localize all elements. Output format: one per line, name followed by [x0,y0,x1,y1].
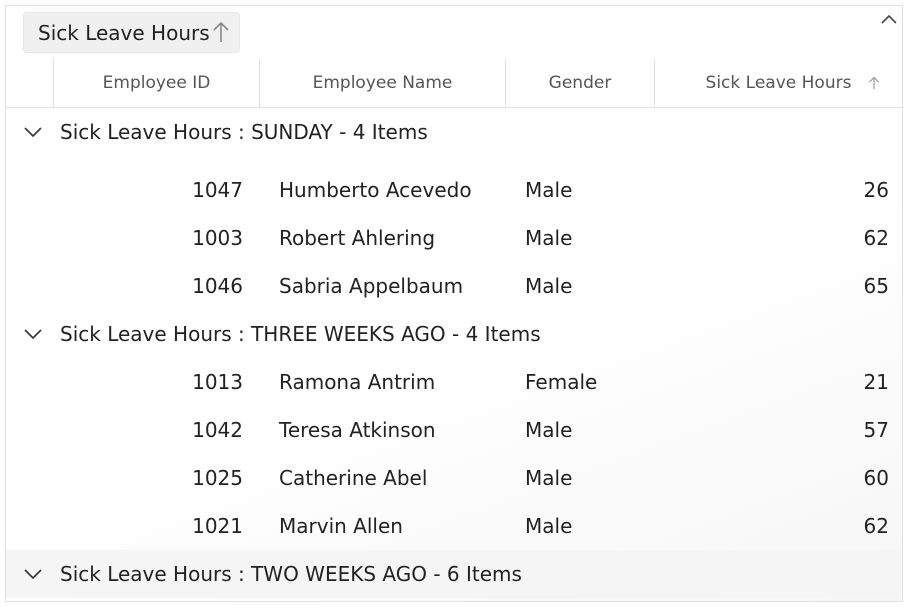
table-row[interactable]: 1042 Teresa Atkinson Male 57 [6,406,902,454]
chevron-up-icon[interactable] [880,12,898,26]
group-caption-row[interactable]: Sick Leave Hours : TWO WEEKS AGO - 6 Ite… [6,550,902,598]
column-header-label: Employee ID [102,73,211,93]
column-header-employee-id[interactable]: Employee ID [54,59,260,107]
group-drop-area: Sick Leave Hours [6,6,902,60]
chevron-down-icon[interactable] [23,568,43,580]
column-header-employee-name[interactable]: Employee Name [260,59,506,107]
group-caption-row[interactable]: Sick Leave Hours : THREE WEEKS AGO - 4 I… [6,310,902,358]
cell-gender: Male [525,466,573,490]
cell-sick-leave-hours: 26 [863,178,889,202]
cell-sick-leave-hours: 21 [863,370,889,394]
cell-sick-leave-hours: 62 [863,226,889,250]
column-header-row: Employee ID Employee Name Gender Sick Le… [6,59,902,108]
cell-employee-id: 1021 [192,514,243,538]
cell-employee-id: 1046 [192,274,243,298]
group-caption-text: Sick Leave Hours : TWO WEEKS AGO - 6 Ite… [60,562,522,586]
cell-employee-name: Sabria Appelbaum [279,274,464,298]
data-grid: Sick Leave Hours Employee ID Employee Na… [5,5,903,602]
column-header-label: Gender [548,73,612,93]
group-caption-row[interactable]: Sick Leave Hours : SUNDAY - 4 Items [6,108,902,156]
cell-employee-id: 1025 [192,466,243,490]
cell-gender: Male [525,178,573,202]
column-header-gender[interactable]: Gender [506,59,655,107]
chevron-down-icon[interactable] [23,126,43,138]
table-row[interactable]: 1003 Robert Ahlering Male 62 [6,214,902,262]
table-row[interactable]: 1047 Humberto Acevedo Male 26 [6,166,902,214]
column-header-sick-leave-hours[interactable]: Sick Leave Hours [655,59,902,107]
cell-employee-name: Ramona Antrim [279,370,436,394]
chevron-down-icon[interactable] [23,328,43,340]
cell-employee-id: 1013 [192,370,243,394]
cell-employee-name: Robert Ahlering [279,226,436,250]
cell-employee-name: Humberto Acevedo [279,178,472,202]
cell-sick-leave-hours: 57 [863,418,889,442]
cell-employee-id: 1047 [192,178,243,202]
cell-gender: Male [525,418,573,442]
cell-sick-leave-hours: 60 [863,466,889,490]
cell-sick-leave-hours: 65 [863,274,889,298]
table-row[interactable]: 1025 Catherine Abel Male 60 [6,454,902,502]
cell-gender: Male [525,514,573,538]
table-row[interactable]: 1013 Ramona Antrim Female 21 [6,358,902,406]
cell-employee-id: 1003 [192,226,243,250]
sort-ascending-icon[interactable] [212,21,230,43]
header-indent-cell [6,59,54,107]
cell-gender: Male [525,274,573,298]
group-caption-text: Sick Leave Hours : SUNDAY - 4 Items [60,120,428,144]
cell-sick-leave-hours: 62 [863,514,889,538]
column-header-label: Employee Name [312,73,453,93]
cell-employee-name: Catherine Abel [279,466,428,490]
group-chip-label: Sick Leave Hours [38,20,210,45]
table-row[interactable]: 1046 Sabria Appelbaum Male 65 [6,262,902,310]
cell-employee-name: Teresa Atkinson [279,418,436,442]
sort-ascending-icon [869,76,879,89]
column-header-label: Sick Leave Hours [705,73,852,93]
cell-employee-name: Marvin Allen [279,514,403,538]
group-chip-sick-leave-hours[interactable]: Sick Leave Hours [23,12,240,53]
cell-employee-id: 1042 [192,418,243,442]
table-row[interactable]: 1021 Marvin Allen Male 62 [6,502,902,550]
cell-gender: Male [525,226,573,250]
cell-gender: Female [525,370,598,394]
group-caption-text: Sick Leave Hours : THREE WEEKS AGO - 4 I… [60,322,541,346]
